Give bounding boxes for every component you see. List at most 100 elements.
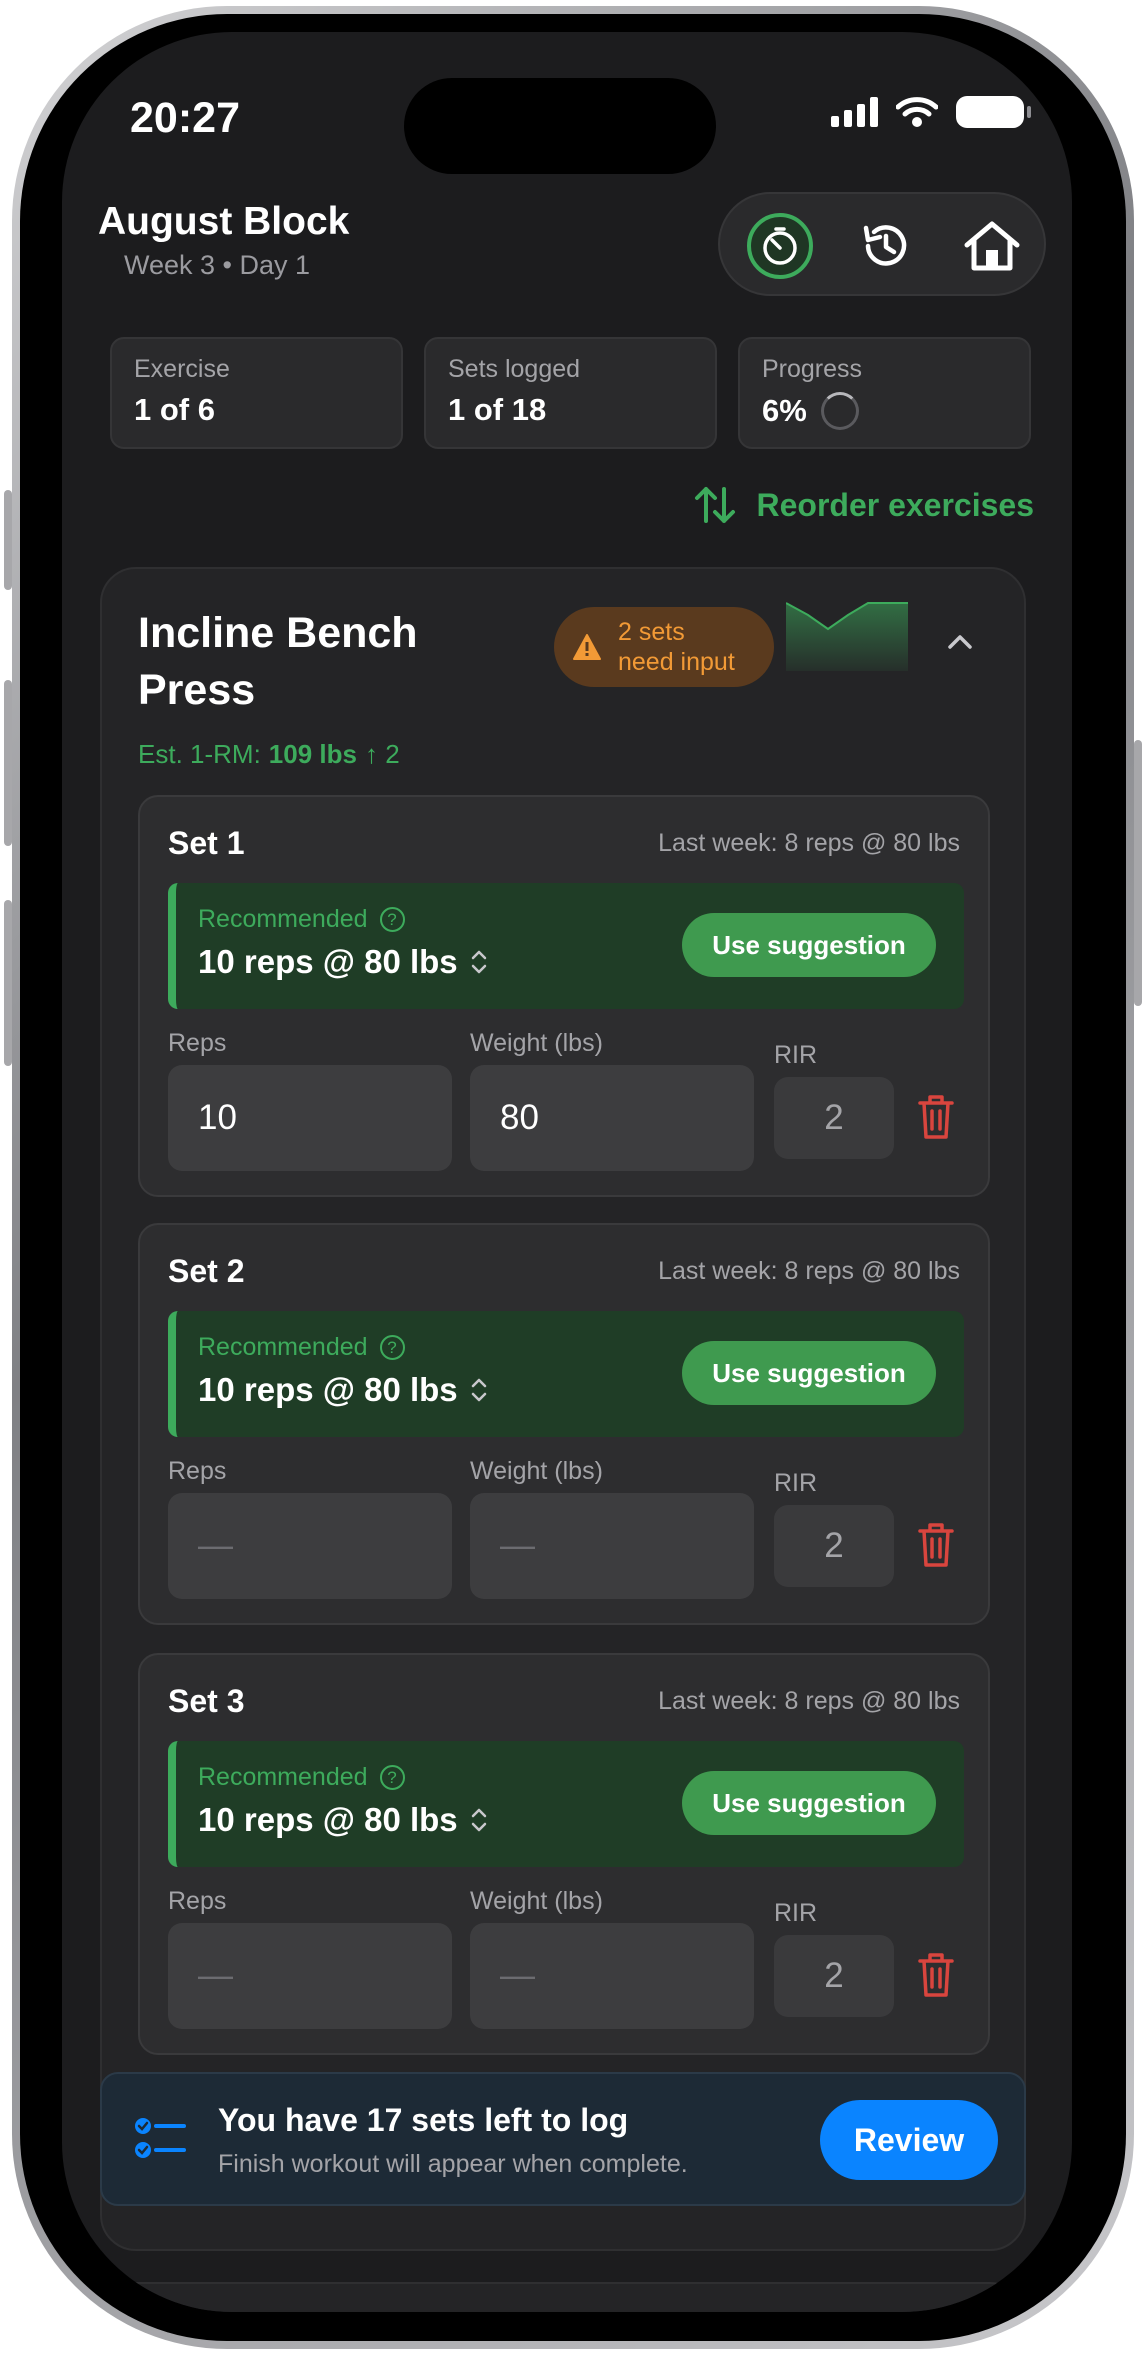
recommendation-panel: Recommended? 10 reps @ 80 lbs Use sugges… [168,1741,964,1867]
trend-sparkline[interactable] [786,601,908,671]
stat-sets-logged: Sets logged 1 of 18 [424,337,717,449]
reps-label: Reps [168,1029,227,1057]
header-actions [718,192,1046,296]
weight-input[interactable]: — [470,1923,754,2029]
banner-title: You have 17 sets left to log [218,2102,629,2138]
page-subtitle: Week 3 • Day 1 [124,250,311,280]
chevron-up-down-icon [471,950,486,974]
volume-down-button [4,900,12,1066]
one-rm-delta: ↑ 2 [364,739,400,769]
delete-set-icon[interactable] [916,1093,956,1141]
stat-value: 1 of 18 [448,392,547,427]
set-title: Set 2 [168,1253,245,1289]
weight-label: Weight (lbs) [470,1457,603,1485]
last-week-text: Last week: 8 reps @ 80 lbs [658,1687,960,1715]
next-exercise-card [100,2282,1026,2312]
warning-line-2: need input [618,648,735,676]
one-rm-value: 109 lbs [268,739,357,769]
reorder-icon [695,487,736,523]
recommended-label: Recommended [198,905,368,933]
rest-timer-button[interactable] [728,194,832,298]
recommendation-picker[interactable]: 10 reps @ 80 lbs [198,943,488,981]
use-suggestion-button[interactable]: Use suggestion [682,913,936,977]
history-button[interactable] [834,194,938,298]
set-card: Set 3 Last week: 8 reps @ 80 lbs Recomme… [138,1653,990,2055]
stat-progress: Progress 6% [738,337,1031,449]
delete-set-icon[interactable] [916,1951,956,1999]
reps-input[interactable]: — [168,1923,452,2029]
rir-label: RIR [774,1469,818,1497]
use-suggestion-button[interactable]: Use suggestion [682,1341,936,1405]
reorder-exercises-button[interactable]: Reorder exercises [694,485,1034,525]
home-icon [964,221,1020,271]
power-button [1134,740,1142,1006]
weight-label: Weight (lbs) [470,1029,603,1057]
recommendation-panel: Recommended? 10 reps @ 80 lbs Use sugges… [168,1311,964,1437]
reorder-label: Reorder exercises [756,486,1034,523]
stat-value: 6% [762,393,807,428]
weight-label: Weight (lbs) [470,1887,603,1915]
banner-subtitle: Finish workout will appear when complete… [218,2150,688,2178]
rir-label: RIR [774,1041,818,1069]
stat-label: Exercise [134,355,230,383]
set-title: Set 3 [168,1683,245,1719]
rir-input[interactable]: 2 [774,1935,894,2017]
battery-icon [956,96,1031,128]
last-week-text: Last week: 8 reps @ 80 lbs [658,829,960,857]
reps-label: Reps [168,1457,227,1485]
volume-up-button [4,680,12,846]
rir-input[interactable]: 2 [774,1505,894,1587]
help-icon[interactable]: ? [379,1335,405,1360]
cellular-signal-icon [831,97,878,127]
home-button[interactable] [940,194,1044,298]
reps-input[interactable]: — [168,1493,452,1599]
sets-remaining-banner: You have 17 sets left to log Finish work… [100,2072,1026,2206]
recommended-value: 10 reps @ 80 lbs [198,1801,458,1838]
warning-line-1: 2 sets [618,618,685,646]
recommended-label: Recommended [198,1763,368,1791]
chevron-up-down-icon [471,1808,486,1832]
reps-label: Reps [168,1887,227,1915]
recommendation-picker[interactable]: 10 reps @ 80 lbs [198,1801,488,1839]
page-title: August Block [98,200,350,243]
recommended-label: Recommended [198,1333,368,1361]
use-suggestion-button[interactable]: Use suggestion [682,1771,936,1835]
recommendation-picker[interactable]: 10 reps @ 80 lbs [198,1371,488,1409]
collapse-chevron-icon[interactable] [940,621,980,661]
help-icon[interactable]: ? [379,1765,405,1790]
chevron-up-down-icon [471,1378,486,1402]
help-icon[interactable]: ? [379,907,405,932]
app-screen: 20:27 August Block Week 3 • Day 1 Exerci… [62,32,1072,2312]
set-title: Set 1 [168,825,245,861]
wifi-icon [896,97,938,127]
weight-input[interactable]: — [470,1493,754,1599]
exercise-card: Incline Bench Press 2 sets need input Es… [100,567,1026,2251]
timer-icon [747,213,813,279]
one-rm-label: Est. 1-RM: [138,739,261,769]
set-card: Set 1 Last week: 8 reps @ 80 lbs Recomme… [138,795,990,1197]
set-card: Set 2 Last week: 8 reps @ 80 lbs Recomme… [138,1223,990,1625]
one-rep-max: Est. 1-RM: 109 lbs ↑ 2 [138,739,400,770]
progress-ring-icon [820,392,859,430]
exercise-name: Incline Bench Press [138,609,418,714]
rir-input[interactable]: 2 [774,1077,894,1159]
rir-label: RIR [774,1899,818,1927]
stat-label: Progress [762,355,863,383]
warning-icon [573,634,601,660]
history-icon [863,225,907,266]
reps-input[interactable]: 10 [168,1065,452,1171]
status-icons [831,96,1031,128]
dynamic-island [404,78,716,174]
delete-set-icon[interactable] [916,1521,956,1569]
last-week-text: Last week: 8 reps @ 80 lbs [658,1257,960,1285]
stat-value: 1 of 6 [134,392,215,427]
status-time: 20:27 [130,94,240,142]
needs-input-badge[interactable]: 2 sets need input [554,607,774,687]
stat-exercise: Exercise 1 of 6 [110,337,403,449]
recommendation-panel: Recommended? 10 reps @ 80 lbs Use sugges… [168,883,964,1009]
weight-input[interactable]: 80 [470,1065,754,1171]
stat-label: Sets logged [448,355,581,383]
action-button [4,490,12,590]
review-button[interactable]: Review [820,2100,998,2180]
checklist-icon [135,2118,186,2158]
